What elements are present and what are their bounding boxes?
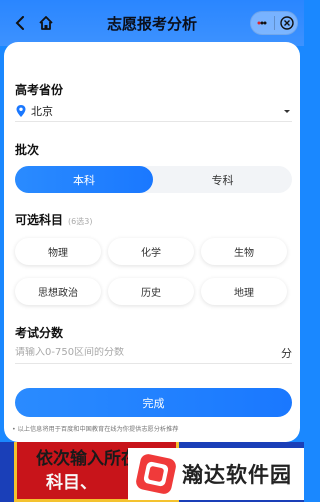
more-dots-icon (257, 21, 266, 25)
subject-hint: (6选3) (68, 217, 93, 226)
score-field-row: 分 (15, 342, 292, 364)
batch-label: 批次 (15, 143, 40, 157)
capsule-divider (273, 16, 275, 30)
score-input[interactable] (15, 347, 281, 358)
subject-chip-history[interactable]: 历史 (108, 278, 194, 305)
watermark-text: 瀚达软件园 (182, 463, 292, 487)
watermark: 瀚达软件园 (128, 448, 304, 500)
province-value: 北京 (31, 104, 53, 118)
submit-button[interactable]: 完成 (15, 388, 292, 417)
watermark-logo-icon (136, 454, 176, 494)
subject-chip-geography[interactable]: 地理 (201, 278, 287, 305)
subject-chip-physics[interactable]: 物理 (15, 238, 101, 265)
close-button[interactable] (278, 14, 296, 32)
subject-label: 可选科目 (6选3) (15, 211, 92, 228)
dropdown-caret-icon (284, 109, 290, 113)
province-label: 高考省份 (15, 83, 64, 97)
close-circle-icon (279, 16, 294, 30)
subject-chip-biology[interactable]: 生物 (201, 238, 287, 265)
batch-option-vocational[interactable]: 专科 (153, 166, 292, 193)
score-label: 考试分数 (15, 326, 64, 340)
location-pin-icon (16, 104, 26, 117)
disclaimer-text: • 以上信息将用于百度和中国教育在线为你提供志愿分析推荐 (12, 426, 179, 433)
subject-chip-chemistry[interactable]: 化学 (108, 238, 194, 265)
mini-program-capsule (250, 11, 298, 35)
batch-segmented-control: 本科 专科 (15, 166, 292, 193)
subject-label-text: 可选科目 (15, 213, 64, 227)
province-selector[interactable]: 北京 (15, 100, 292, 122)
more-button[interactable] (253, 14, 271, 32)
form-card: 高考省份 北京 批次 本科 专科 可选科目 (6选3) 物理 化学 生物 思想政治… (4, 42, 300, 442)
promo-banner-line2: 科目、 (46, 473, 97, 493)
score-unit: 分 (281, 346, 292, 360)
batch-option-undergrad[interactable]: 本科 (15, 166, 153, 193)
top-nav-bar: 志愿报考分析 (0, 0, 304, 46)
subject-chip-politics[interactable]: 思想政治 (15, 278, 101, 305)
